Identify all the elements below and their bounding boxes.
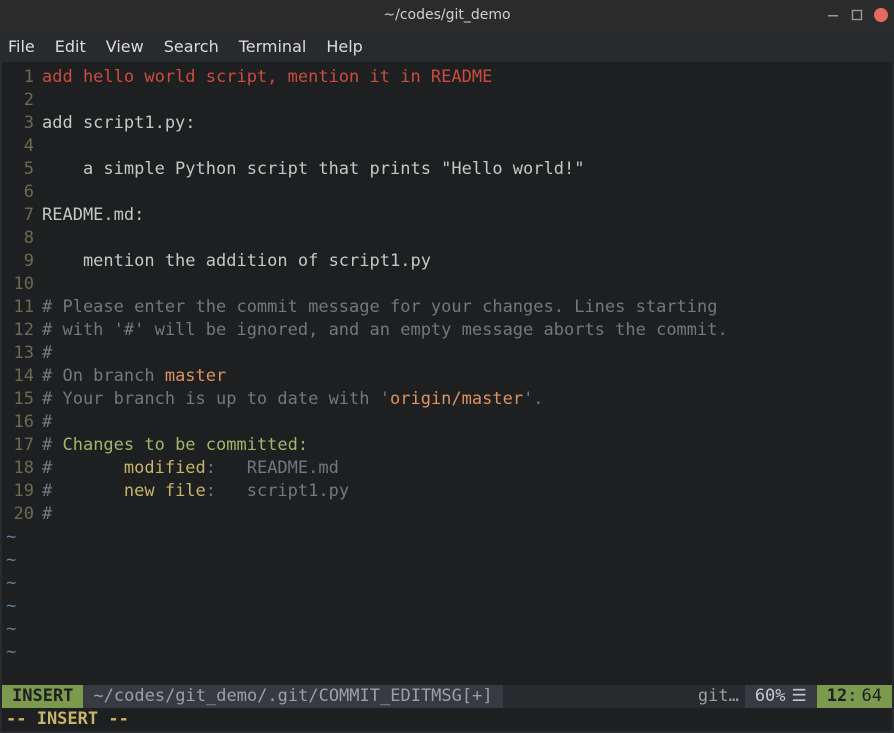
line-number: 4 <box>2 135 42 158</box>
line-content[interactable]: README.md: <box>42 204 892 227</box>
window-controls <box>826 0 888 30</box>
menu-help[interactable]: Help <box>316 33 372 60</box>
line-content[interactable]: add hello world script, mention it in RE… <box>42 66 892 89</box>
line-number: 5 <box>2 158 42 181</box>
line-content[interactable]: mention the addition of script1.py <box>42 250 892 273</box>
close-button[interactable] <box>874 8 888 22</box>
maximize-button[interactable] <box>850 8 864 22</box>
code-line[interactable]: 12# with '#' will be ignored, and an emp… <box>2 319 892 342</box>
code-line[interactable]: 14# On branch master <box>2 365 892 388</box>
menu-view[interactable]: View <box>96 33 154 60</box>
tilde-line: ~ <box>2 572 892 595</box>
line-number: 8 <box>2 227 42 250</box>
code-line[interactable]: 1add hello world script, mention it in R… <box>2 66 892 89</box>
tilde-line: ~ <box>2 641 892 664</box>
line-content[interactable]: # <box>42 411 892 434</box>
editor-area[interactable]: 1add hello world script, mention it in R… <box>2 62 892 731</box>
code-line[interactable]: 11# Please enter the commit message for … <box>2 296 892 319</box>
code-line[interactable]: 2 <box>2 89 892 112</box>
code-line[interactable]: 19# new file: script1.py <box>2 480 892 503</box>
line-number: 3 <box>2 112 42 135</box>
line-number: 15 <box>2 388 42 411</box>
line-content[interactable]: # <box>42 503 892 526</box>
line-content[interactable]: # Changes to be committed: <box>42 434 892 457</box>
line-content[interactable]: # On branch master <box>42 365 892 388</box>
status-git-branch: git… <box>688 685 745 708</box>
code-line[interactable]: 7README.md: <box>2 204 892 227</box>
code-line[interactable]: 20# <box>2 503 892 526</box>
status-column-number: 64 <box>858 685 882 708</box>
status-mode: INSERT <box>2 685 83 708</box>
menu-search[interactable]: Search <box>154 33 229 60</box>
status-filepath: ~/codes/git_demo/.git/COMMIT_EDITMSG[+] <box>83 685 502 708</box>
line-number: 1 <box>2 66 42 89</box>
code-line[interactable]: 13# <box>2 342 892 365</box>
line-content[interactable] <box>42 273 892 296</box>
window-titlebar: ~/codes/git_demo <box>0 0 894 30</box>
code-line[interactable]: 15# Your branch is up to date with 'orig… <box>2 388 892 411</box>
code-line[interactable]: 9 mention the addition of script1.py <box>2 250 892 273</box>
tilde-line: ~ <box>2 618 892 641</box>
line-content[interactable] <box>42 227 892 250</box>
hamburger-icon: ☰ <box>786 685 807 708</box>
line-content[interactable]: # with '#' will be ignored, and an empty… <box>42 319 892 342</box>
line-content[interactable]: add script1.py: <box>42 112 892 135</box>
code-line[interactable]: 3add script1.py: <box>2 112 892 135</box>
menu-edit[interactable]: Edit <box>45 33 96 60</box>
menubar: File Edit View Search Terminal Help <box>0 30 894 62</box>
line-number: 9 <box>2 250 42 273</box>
line-number: 16 <box>2 411 42 434</box>
status-spacer <box>503 685 688 708</box>
line-number: 7 <box>2 204 42 227</box>
empty-lines: ~~~~~~ <box>2 526 892 664</box>
line-number: 19 <box>2 480 42 503</box>
status-percent: 60% ☰ <box>745 685 817 708</box>
line-content[interactable]: # <box>42 342 892 365</box>
code-line[interactable]: 17# Changes to be committed: <box>2 434 892 457</box>
line-number: 11 <box>2 296 42 319</box>
line-number: 10 <box>2 273 42 296</box>
minimize-button[interactable] <box>826 8 840 22</box>
line-content[interactable]: # new file: script1.py <box>42 480 892 503</box>
line-content[interactable]: # modified: README.md <box>42 457 892 480</box>
status-line-number: 12 <box>827 685 847 708</box>
line-content[interactable] <box>42 89 892 112</box>
menu-terminal[interactable]: Terminal <box>229 33 317 60</box>
code-line[interactable]: 18# modified: README.md <box>2 457 892 480</box>
text-buffer[interactable]: 1add hello world script, mention it in R… <box>2 62 892 526</box>
command-line: -- INSERT -- <box>2 708 892 731</box>
line-number: 14 <box>2 365 42 388</box>
code-line[interactable]: 4 <box>2 135 892 158</box>
code-line[interactable]: 5 a simple Python script that prints "He… <box>2 158 892 181</box>
menu-file[interactable]: File <box>6 33 45 60</box>
status-sep: : <box>847 685 857 708</box>
tilde-line: ~ <box>2 595 892 618</box>
line-content[interactable]: # Your branch is up to date with 'origin… <box>42 388 892 411</box>
code-line[interactable]: 10 <box>2 273 892 296</box>
tilde-line: ~ <box>2 526 892 549</box>
line-content[interactable]: a simple Python script that prints "Hell… <box>42 158 892 181</box>
line-content[interactable] <box>42 181 892 204</box>
code-line[interactable]: 6 <box>2 181 892 204</box>
line-number: 2 <box>2 89 42 112</box>
line-number: 12 <box>2 319 42 342</box>
status-percent-value: 60% <box>755 685 786 708</box>
line-content[interactable]: # Please enter the commit message for yo… <box>42 296 892 319</box>
status-cursor-position: 12: 64 <box>817 685 892 708</box>
line-number: 20 <box>2 503 42 526</box>
line-number: 18 <box>2 457 42 480</box>
code-line[interactable]: 8 <box>2 227 892 250</box>
line-number: 17 <box>2 434 42 457</box>
tilde-line: ~ <box>2 549 892 572</box>
window-title: ~/codes/git_demo <box>383 7 510 23</box>
line-content[interactable] <box>42 135 892 158</box>
line-number: 6 <box>2 181 42 204</box>
code-line[interactable]: 16# <box>2 411 892 434</box>
statusline: INSERT ~/codes/git_demo/.git/COMMIT_EDIT… <box>2 685 892 708</box>
line-number: 13 <box>2 342 42 365</box>
